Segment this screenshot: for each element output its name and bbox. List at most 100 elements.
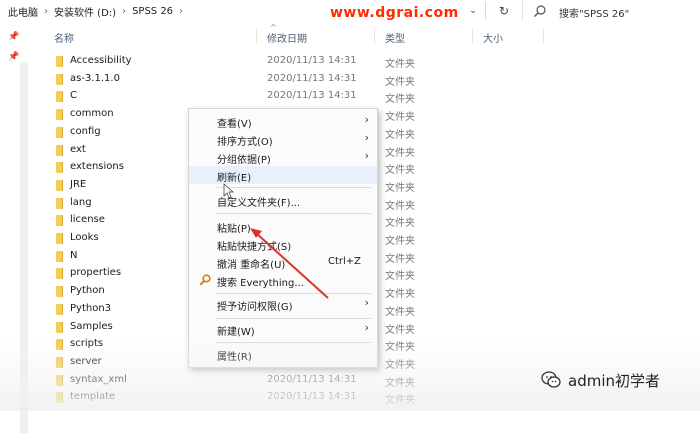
file-name: template (70, 391, 116, 403)
wechat-icon (541, 371, 561, 388)
column-name[interactable]: 名称 (54, 30, 74, 45)
file-type: 文件夹 (385, 165, 415, 177)
column-headers: ^ 名称 修改日期 类型 大小 (30, 23, 700, 46)
shortcut-label: Ctrl+Z (327, 256, 361, 267)
file-type: 文件夹 (385, 112, 415, 124)
chevron-right-icon: › (364, 149, 369, 162)
file-date: 2020/11/13 14:31 (267, 90, 357, 102)
file-type: 文件夹 (385, 306, 415, 318)
menu-item-group[interactable]: 分组依据(P) › (189, 148, 377, 166)
menu-item-sort[interactable]: 排序方式(O) › (189, 130, 377, 148)
menu-item-properties[interactable]: 属性(R) (189, 345, 377, 363)
file-type: 文件夹 (385, 359, 415, 371)
file-name: config (70, 125, 101, 137)
chevron-right-icon: › (364, 296, 369, 309)
column-divider[interactable] (256, 28, 257, 44)
file-type: 文件夹 (385, 94, 415, 106)
breadcrumb-this-pc[interactable]: 此电脑 (8, 4, 38, 19)
column-divider[interactable] (543, 28, 544, 44)
menu-separator (215, 318, 371, 319)
menu-separator (215, 342, 371, 343)
file-name: JRE (70, 178, 87, 190)
nav-scrollbar[interactable] (20, 62, 28, 433)
file-type: 文件夹 (385, 76, 415, 88)
menu-item-new[interactable]: 新建(W) › (189, 320, 377, 338)
search-input[interactable]: 搜索"SPSS 26" (522, 1, 700, 21)
address-dropdown-icon[interactable]: ⌄ (466, 3, 480, 19)
menu-separator (215, 293, 371, 294)
file-type: 文件夹 (385, 342, 415, 354)
chevron-right-icon[interactable]: › (179, 6, 183, 17)
menu-item-view[interactable]: 查看(V) › (189, 112, 377, 130)
breadcrumb-folder[interactable]: SPSS 26 (132, 6, 173, 17)
chevron-right-icon[interactable]: › (44, 6, 48, 17)
menu-item-refresh[interactable]: 刷新(E) (189, 166, 377, 184)
folder-icon (56, 268, 62, 280)
file-type: 文件夹 (385, 59, 415, 70)
folder-icon (56, 109, 62, 121)
menu-item-customize[interactable]: 自定义文件夹(F)... (189, 191, 377, 209)
menu-item-give-access[interactable]: 授予访问权限(G) › (189, 295, 377, 313)
menu-item-paste-shortcut[interactable]: 粘贴快捷方式(S) (189, 235, 377, 253)
folder-icon (56, 197, 62, 209)
file-date: 2020/11/13 14:31 (267, 55, 357, 66)
folder-icon (56, 144, 62, 156)
file-type: 文件夹 (385, 200, 415, 212)
folder-icon (56, 162, 62, 174)
column-type[interactable]: 类型 (385, 30, 405, 45)
divider (485, 2, 486, 20)
folder-icon (56, 126, 62, 138)
file-name: C (70, 90, 77, 102)
folder-icon (56, 321, 62, 333)
address-bar[interactable]: 此电脑 › 安装软件 (D:) › SPSS 26 › www.dgrai.co… (0, 0, 700, 22)
navigation-pane[interactable]: 📌 📌 (0, 22, 30, 433)
chevron-right-icon: › (364, 131, 369, 144)
file-name: Accessibility (70, 55, 132, 66)
file-name: N (70, 249, 78, 261)
file-type: 文件夹 (385, 218, 415, 230)
menu-item-paste[interactable]: 粘贴(P) (189, 217, 377, 235)
folder-icon (56, 339, 62, 351)
chevron-right-icon[interactable]: › (122, 6, 126, 17)
menu-item-undo[interactable]: 撤消 重命名(U) Ctrl+Z (189, 253, 377, 271)
pin-icon[interactable]: 📌 (8, 32, 19, 42)
folder-icon (56, 392, 62, 404)
column-date[interactable]: 修改日期 (267, 30, 307, 45)
folder-icon (56, 286, 62, 298)
folder-icon (56, 374, 62, 386)
list-item[interactable]: Accessibility 2020/11/13 14:31 文件夹 (30, 53, 700, 70)
menu-separator (215, 213, 371, 214)
file-type: 文件夹 (385, 324, 415, 336)
file-name: lang (70, 196, 92, 208)
column-size[interactable]: 大小 (483, 30, 503, 45)
file-name: as-3.1.1.0 (70, 72, 120, 84)
column-divider[interactable] (374, 28, 375, 44)
chevron-right-icon: › (364, 321, 369, 334)
wechat-account-name: admin初学者 (568, 371, 660, 390)
file-type: 文件夹 (385, 289, 415, 301)
file-name: Samples (70, 320, 113, 332)
folder-icon (56, 356, 62, 368)
refresh-icon[interactable]: ↻ (496, 3, 512, 19)
file-name: extensions (70, 161, 124, 173)
folder-icon (56, 179, 62, 191)
file-type: 文件夹 (385, 253, 415, 265)
list-item[interactable]: as-3.1.1.0 2020/11/13 14:31 文件夹 (30, 71, 700, 88)
column-divider[interactable] (472, 28, 473, 44)
file-date: 2020/11/13 14:31 (267, 373, 357, 385)
file-name: syntax_xml (70, 373, 127, 385)
list-item[interactable]: template 2020/11/13 14:31 文件夹 (30, 389, 700, 406)
menu-separator (215, 187, 371, 188)
folder-icon (56, 73, 62, 85)
file-type: 文件夹 (385, 377, 415, 389)
breadcrumb-drive[interactable]: 安装软件 (D:) (54, 4, 116, 19)
list-item[interactable]: C 2020/11/13 14:31 文件夹 (30, 88, 700, 105)
menu-item-search-everything[interactable]: 搜索 Everything... (189, 271, 377, 289)
pin-icon[interactable]: 📌 (8, 52, 19, 62)
file-date: 2020/11/13 14:31 (267, 72, 357, 84)
file-type: 文件夹 (385, 236, 415, 247)
file-name: Python (70, 285, 105, 297)
file-type: 文件夹 (385, 147, 415, 159)
file-name: properties (70, 267, 122, 279)
folder-icon (56, 250, 62, 262)
